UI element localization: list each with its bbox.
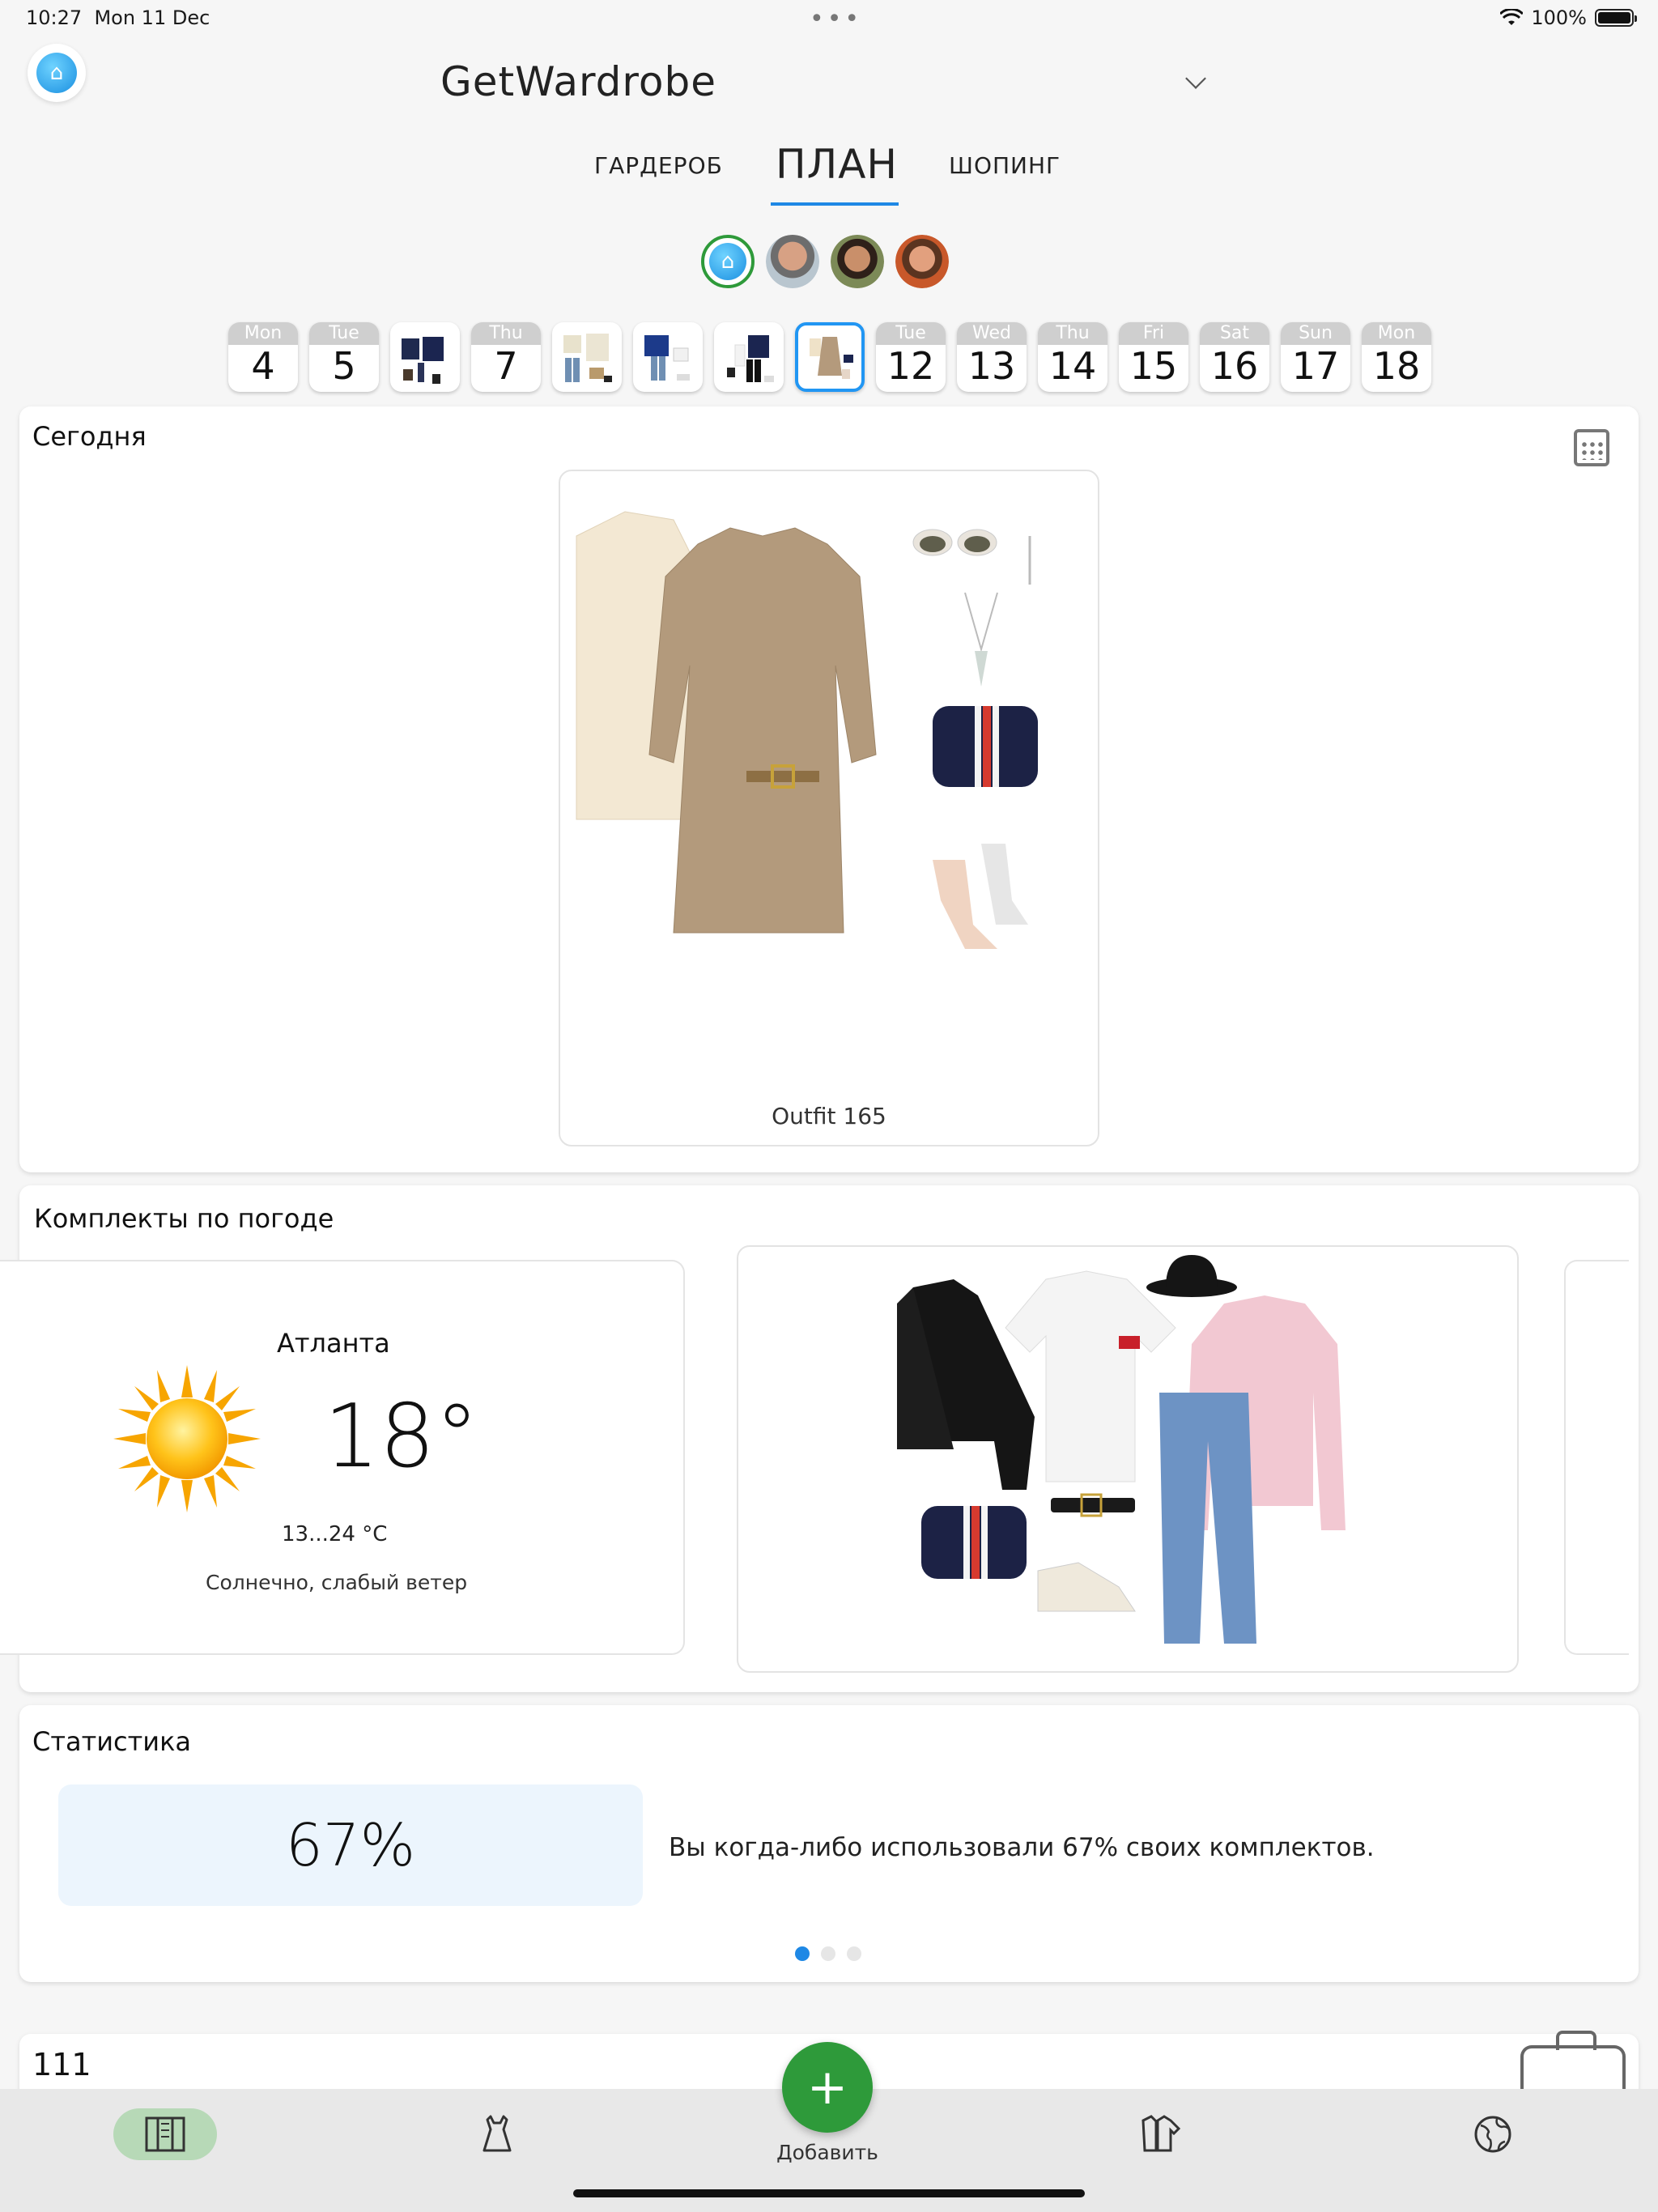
avatar-self[interactable]: ⌂ bbox=[701, 235, 755, 288]
tab-bar-wardrobe[interactable] bbox=[113, 2108, 217, 2160]
day-outfit-9[interactable] bbox=[633, 322, 703, 392]
avatar-family-3[interactable] bbox=[895, 235, 949, 288]
today-outfit-card[interactable] bbox=[559, 470, 1099, 1146]
weather-next-card[interactable] bbox=[1564, 1260, 1629, 1655]
calendar-icon[interactable] bbox=[1574, 429, 1609, 466]
active-tab-indicator bbox=[771, 202, 899, 206]
weather-range: 13...24 °C bbox=[282, 1522, 388, 1546]
page-dot-2[interactable] bbox=[821, 1946, 835, 1961]
day-outfit-10[interactable] bbox=[714, 322, 784, 392]
add-button-label: Добавить bbox=[776, 2141, 878, 2164]
stats-title: Статистика bbox=[32, 1726, 191, 1757]
day-fri-15[interactable]: Fri 15 bbox=[1119, 322, 1188, 392]
avatar-family-1[interactable] bbox=[766, 235, 819, 288]
suitcase-icon[interactable] bbox=[1520, 2031, 1626, 2094]
weather-city: Атланта bbox=[277, 1328, 390, 1359]
status-indicators: 100% bbox=[1500, 6, 1637, 29]
day-outfit-6[interactable] bbox=[390, 322, 460, 392]
home-indicator bbox=[573, 2189, 1085, 2197]
outfit-thumbnail bbox=[810, 337, 853, 379]
multitasking-dots-icon[interactable]: ••• bbox=[810, 5, 862, 33]
outfit-collage bbox=[576, 511, 1038, 949]
day-outfit-8[interactable] bbox=[552, 322, 622, 392]
day-tue-5[interactable]: Tue 5 bbox=[309, 322, 379, 392]
tab-shopping[interactable]: ШОПИНГ bbox=[949, 152, 1061, 179]
page-dot-1[interactable] bbox=[795, 1946, 810, 1961]
battery-icon bbox=[1595, 9, 1637, 27]
status-time: 10:27 Mon 11 Dec bbox=[26, 6, 210, 29]
globe-icon bbox=[1474, 2116, 1511, 2153]
day-sun-17[interactable]: Sun 17 bbox=[1281, 322, 1350, 392]
day-mon-18[interactable]: Mon 18 bbox=[1362, 322, 1431, 392]
outfit-collage bbox=[897, 1255, 1346, 1644]
weather-temperature: 18° bbox=[324, 1386, 479, 1487]
chevron-down-icon[interactable] bbox=[1185, 68, 1206, 89]
outfit-thumbnail bbox=[563, 334, 612, 382]
tab-bar-explore[interactable] bbox=[1441, 2108, 1545, 2160]
page-indicator[interactable] bbox=[795, 1946, 861, 1961]
trip-title: 111 bbox=[32, 2047, 91, 2082]
day-outfit-today[interactable] bbox=[795, 322, 865, 392]
add-button[interactable]: + bbox=[782, 2042, 873, 2133]
weather-outfits-title: Комплекты по погоде bbox=[34, 1203, 334, 1234]
tab-bar-items[interactable] bbox=[445, 2108, 549, 2160]
day-mon-4[interactable]: Mon 4 bbox=[228, 322, 298, 392]
weather-outfit-card[interactable] bbox=[737, 1245, 1519, 1673]
weather-conditions: Солнечно, слабый ветер bbox=[206, 1571, 468, 1594]
outfit-thumbnail bbox=[644, 335, 690, 381]
day-thu-14[interactable]: Thu 14 bbox=[1038, 322, 1107, 392]
tab-plan[interactable]: ПЛАН bbox=[776, 141, 898, 188]
battery-percent: 100% bbox=[1531, 6, 1587, 29]
hanger-logo-icon[interactable]: ⌂ bbox=[28, 44, 86, 102]
day-wed-13[interactable]: Wed 13 bbox=[957, 322, 1027, 392]
dress-icon bbox=[483, 2115, 512, 2152]
wardrobe-icon bbox=[145, 2116, 185, 2152]
stats-description: Вы когда-либо использовали 67% своих ком… bbox=[669, 1833, 1375, 1862]
tab-bar-outfits[interactable] bbox=[1109, 2108, 1213, 2160]
outfit-thumbnail bbox=[402, 337, 444, 384]
today-title: Сегодня bbox=[32, 421, 147, 452]
avatar-family-2[interactable] bbox=[831, 235, 884, 288]
outfit-thumbnail bbox=[727, 335, 774, 382]
stats-value: 67% bbox=[58, 1784, 643, 1906]
today-outfit-name: Outfit 165 bbox=[772, 1103, 886, 1129]
day-tue-12[interactable]: Tue 12 bbox=[876, 322, 946, 392]
app-title[interactable]: GetWardrobe bbox=[440, 58, 716, 105]
sun-icon bbox=[113, 1365, 261, 1512]
tab-wardrobe[interactable]: ГАРДЕРОБ bbox=[594, 152, 723, 179]
wifi-icon bbox=[1500, 9, 1524, 25]
day-thu-7[interactable]: Thu 7 bbox=[471, 322, 541, 392]
page-dot-3[interactable] bbox=[847, 1946, 861, 1961]
day-sat-16[interactable]: Sat 16 bbox=[1200, 322, 1269, 392]
outfits-icon bbox=[1141, 2115, 1181, 2152]
